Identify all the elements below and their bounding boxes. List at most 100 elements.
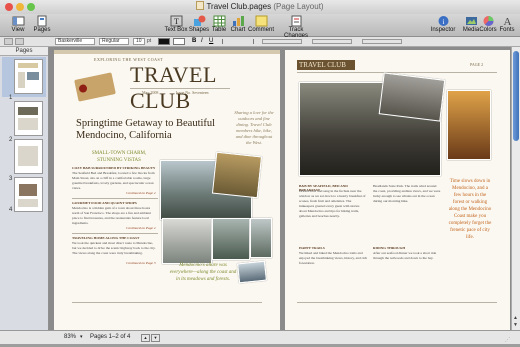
pages-button[interactable]: Pages <box>26 15 58 33</box>
window-mode: (Page Layout) <box>273 2 324 11</box>
flowers-photo[interactable] <box>212 218 250 260</box>
highlight-color-well[interactable] <box>173 38 185 45</box>
italic-icon[interactable]: I <box>201 38 203 44</box>
section-1-body: The Seafield Bed and Breakfast, located … <box>72 171 155 190</box>
svg-text:i: i <box>442 18 444 26</box>
spacing-control[interactable] <box>262 39 302 44</box>
zoom-select[interactable]: 83% <box>64 331 76 344</box>
column-1-title-2: HAPPY TRAILS <box>299 246 325 250</box>
footer-rule <box>72 302 262 303</box>
section-3-title: TRAVELING HOME ALONG THE COAST <box>72 236 140 240</box>
thumb-photo <box>18 107 38 115</box>
window-title: Travel Club.pages <box>206 2 272 11</box>
page-top-border <box>54 50 280 54</box>
column-2-body-2: After our seafood dinner we took a short… <box>373 251 437 260</box>
zoom-window-button[interactable] <box>27 3 35 11</box>
zoom-chevron-icon[interactable]: ▾ <box>80 331 83 344</box>
page-thumbnail-4[interactable] <box>14 177 43 212</box>
scrollbar-thumb[interactable] <box>513 51 519 141</box>
comment-icon <box>255 15 267 27</box>
close-window-button[interactable] <box>5 3 13 11</box>
scroll-down-icon[interactable]: ▼ <box>513 322 519 328</box>
document-canvas[interactable]: EXPLORING THE WEST COAST TRAVEL CLUB May… <box>49 47 511 330</box>
landscape-photo[interactable] <box>211 151 263 199</box>
font-style-select[interactable]: Regular <box>99 38 129 45</box>
text-color-well[interactable] <box>158 38 170 45</box>
thumb-photo <box>27 72 39 80</box>
format-bar: Baskerville Regular 10 pt B I U <box>0 37 520 47</box>
vertical-scrollbar[interactable]: ▲ ▼ <box>511 47 520 330</box>
section-3-body: We took the quickest and most direct rou… <box>72 241 156 255</box>
page2-masthead: TRAVEL CLUB <box>299 61 346 69</box>
page-1[interactable]: EXPLORING THE WEST COAST TRAVEL CLUB May… <box>54 50 280 330</box>
list-style-control[interactable] <box>362 39 402 44</box>
issue-date: May 2008 <box>142 90 159 95</box>
track-changes-button[interactable]: Track Changes <box>276 15 316 39</box>
pages-label: Pages <box>33 27 51 33</box>
comment-button[interactable]: Comment <box>245 15 277 33</box>
page-thumbnail-2[interactable] <box>14 101 43 136</box>
fonts-button[interactable]: A Fonts <box>493 15 520 33</box>
underline-icon[interactable]: U <box>209 38 213 44</box>
inspector-icon: i <box>438 16 448 26</box>
thumb-photo <box>19 184 37 196</box>
sunset-photo[interactable] <box>447 90 491 160</box>
stamp-photo[interactable] <box>237 260 267 284</box>
page-thumbnail-1[interactable] <box>14 59 43 94</box>
text-styles-button[interactable] <box>15 38 24 45</box>
document-icon <box>196 1 205 10</box>
columns-control[interactable] <box>312 39 352 44</box>
page-count: Pages 1–2 of 4 <box>90 334 131 340</box>
sidebar-header: Pages <box>0 47 48 56</box>
scroll-up-icon[interactable]: ▲ <box>513 315 519 321</box>
thumb-text <box>18 118 38 130</box>
photo-caption: Mendocino's allure was everywhere—along … <box>169 263 237 282</box>
status-bar: 83% ▾ Pages 1–2 of 4 ▲ ▼ ⋰ <box>0 330 520 344</box>
svg-text:T: T <box>174 17 179 26</box>
issue-number: Issue No. Seventeen <box>176 90 209 95</box>
font-family-select[interactable]: Baskerville <box>55 38 95 45</box>
page-2[interactable]: TRAVEL CLUB PAGE 2 Time slows down in Me… <box>285 50 510 330</box>
bold-icon[interactable]: B <box>192 38 196 44</box>
section-rule <box>72 198 158 199</box>
section-2-title: GOURMET FOOD AND QUAINT SHOPS <box>72 201 137 205</box>
thumb-masthead <box>18 63 38 68</box>
page-thumbnail-3[interactable] <box>14 139 43 174</box>
comment-label: Comment <box>247 27 274 33</box>
column-1-body: Orioles flew and sang in the fuchsia nea… <box>299 189 366 218</box>
window-titlebar: Travel Club.pages (Page Layout) <box>0 0 520 14</box>
ocean-photo[interactable] <box>378 72 446 122</box>
section-1-title: COZY B&B SURROUNDED BY STRIKING BEAUTY <box>72 166 156 170</box>
pull-quote: Time slows down in Mendocino, and a few … <box>448 179 492 240</box>
chart-label: Chart <box>230 27 246 33</box>
page-number-4: 4 <box>9 207 13 213</box>
textbox-icon: T <box>170 15 182 27</box>
page-number-label: PAGE 2 <box>470 62 484 67</box>
footer-rule <box>297 302 497 303</box>
masthead-rule <box>130 88 230 89</box>
svg-text:A: A <box>503 16 511 27</box>
minimize-window-button[interactable] <box>16 3 24 11</box>
fonts-label: Fonts <box>499 27 515 33</box>
column-1-body-2: We hiked and biked the Mendocino trails … <box>299 251 368 265</box>
sign-photo[interactable] <box>250 218 272 258</box>
column-2-body: Headlands State Park. The trails wind ar… <box>373 184 441 203</box>
alignment-buttons[interactable] <box>222 39 254 44</box>
next-page-icon[interactable]: ▼ <box>151 334 160 342</box>
previous-page-icon[interactable]: ▲ <box>141 334 150 342</box>
view-label: View <box>11 27 25 33</box>
paragraph-styles-button[interactable] <box>4 38 13 45</box>
page-number-2: 2 <box>9 137 13 143</box>
luggage-tag-illustration <box>74 72 116 102</box>
font-size-unit: pt <box>147 38 152 44</box>
section-3-continued: Continued on Page 3 <box>126 261 156 265</box>
lighthouse-photo[interactable] <box>162 218 212 264</box>
font-size-field[interactable]: 10 <box>133 38 145 45</box>
section-2-body: Mendocino is a hidden gem of a town abou… <box>72 206 151 225</box>
resize-grip-icon[interactable]: ⋰ <box>505 334 513 343</box>
section-rule <box>72 233 158 234</box>
thumb-text <box>18 146 38 166</box>
pages-icon <box>37 15 46 27</box>
page-thumbnails-sidebar: Pages 1 2 3 4 <box>0 47 49 330</box>
wax-seal <box>78 83 88 94</box>
